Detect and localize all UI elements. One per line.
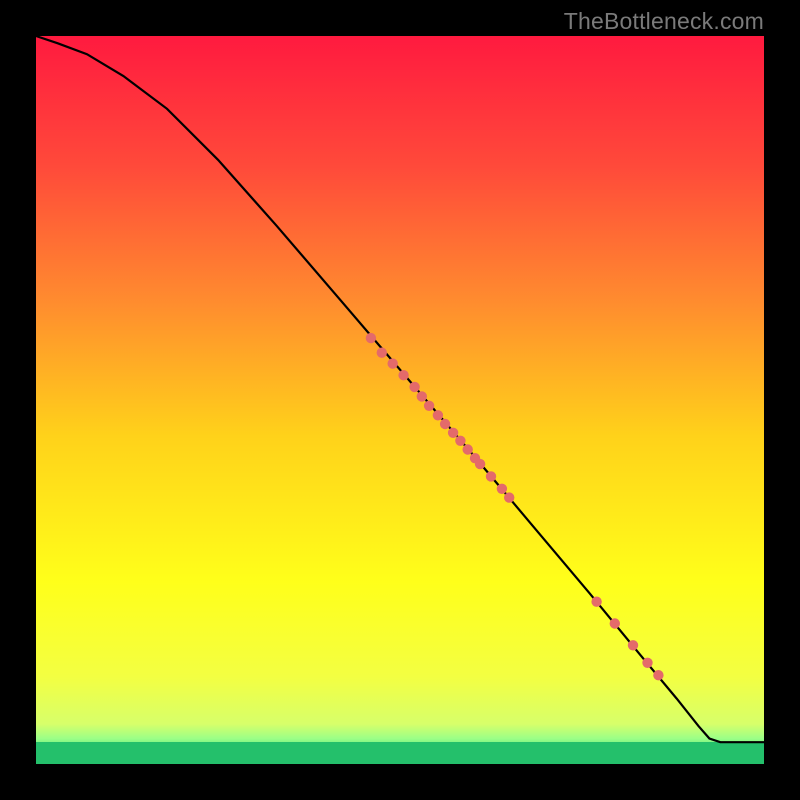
scatter-point bbox=[653, 670, 663, 680]
scatter-point bbox=[398, 370, 408, 380]
scatter-point bbox=[424, 401, 434, 411]
curve-layer bbox=[36, 36, 764, 764]
scatter-point bbox=[417, 391, 427, 401]
scatter-point bbox=[377, 348, 387, 358]
watermark-text: TheBottleneck.com bbox=[564, 8, 764, 35]
scatter-point bbox=[388, 358, 398, 368]
scatter-point bbox=[475, 459, 485, 469]
scatter-point bbox=[642, 658, 652, 668]
scatter-point bbox=[455, 436, 465, 446]
line-series bbox=[36, 36, 764, 742]
scatter-point bbox=[463, 444, 473, 454]
chart-frame: TheBottleneck.com bbox=[0, 0, 800, 800]
scatter-point bbox=[433, 410, 443, 420]
scatter-point bbox=[610, 618, 620, 628]
scatter-point bbox=[504, 492, 514, 502]
scatter-point bbox=[440, 419, 450, 429]
scatter-point bbox=[448, 428, 458, 438]
scatter-point bbox=[409, 382, 419, 392]
scatter-point bbox=[591, 597, 601, 607]
scatter-point bbox=[628, 640, 638, 650]
scatter-point bbox=[486, 471, 496, 481]
scatter-point bbox=[366, 333, 376, 343]
scatter-point bbox=[497, 484, 507, 494]
